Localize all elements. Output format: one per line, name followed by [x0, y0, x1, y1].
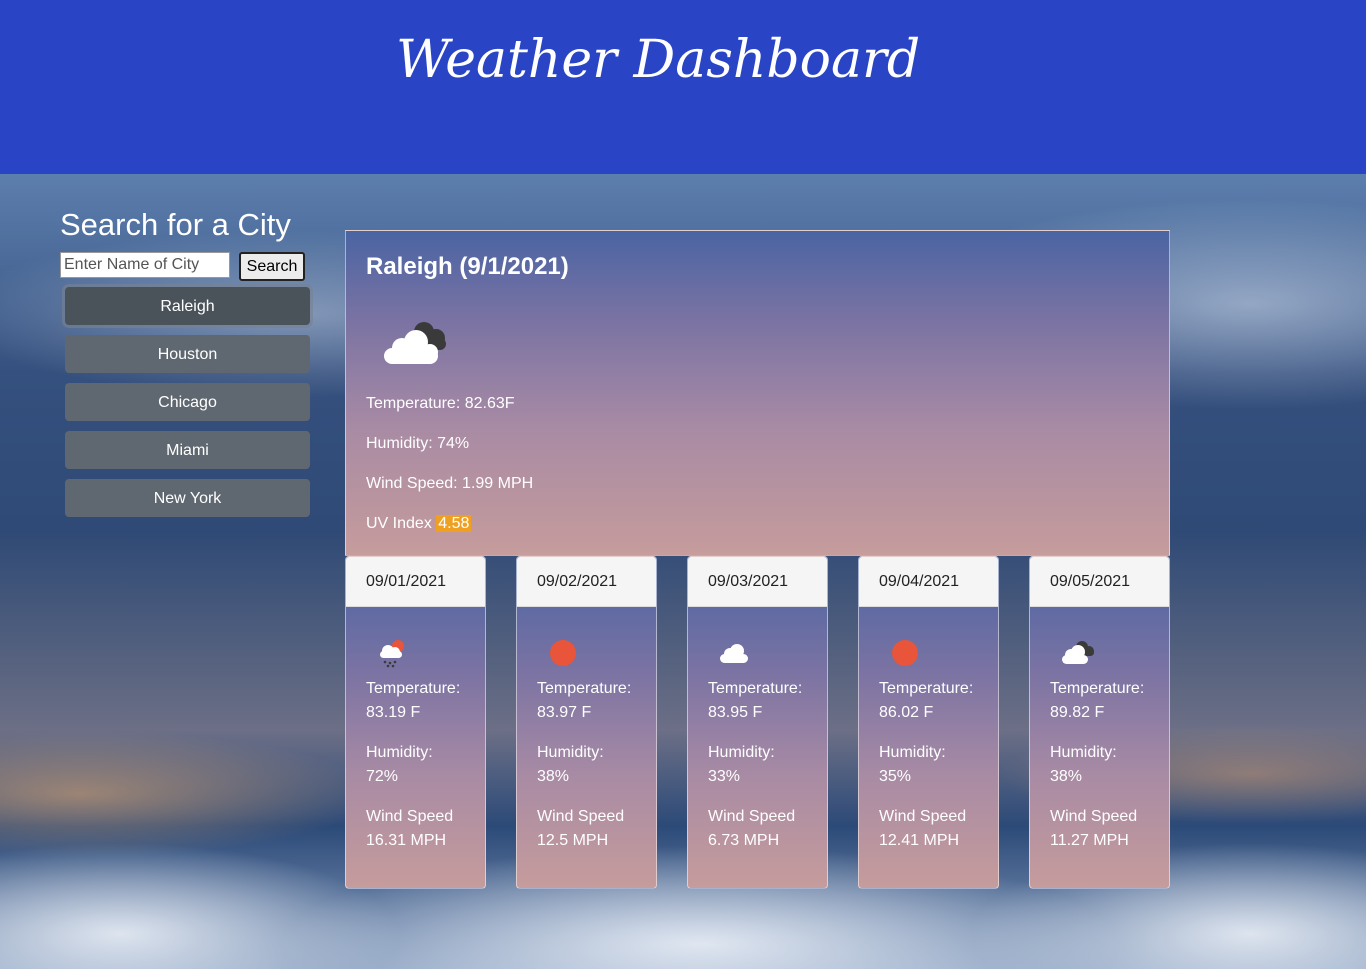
- broken-clouds-icon: [1060, 637, 1096, 674]
- current-weather-panel: Raleigh (9/1/2021) Temperature: 82.63F H…: [345, 230, 1170, 556]
- sun-icon: [889, 637, 921, 674]
- forecast-wind: 11.27 MPH: [1050, 832, 1129, 849]
- forecast-temp: 83.97 F: [537, 704, 592, 721]
- search-title: Search for a City: [60, 207, 291, 242]
- current-wind-speed: Wind Speed: 1.99 MPH: [366, 475, 534, 492]
- forecast-humidity-label: Humidity:: [1050, 744, 1117, 761]
- forecast-card: 09/02/2021 Temperature: 83.97 F Humidity…: [516, 556, 657, 889]
- forecast-wind-label: Wind Speed: [708, 808, 796, 825]
- forecast-temp: 83.95 F: [708, 704, 763, 721]
- forecast-wind: 6.73 MPH: [708, 832, 780, 849]
- forecast-temp-label: Temperature:: [708, 680, 803, 697]
- forecast-humidity: 35%: [879, 768, 912, 785]
- forecast-wind-label: Wind Speed: [879, 808, 967, 825]
- forecast-card: 09/03/2021 Temperature: 83.95 F Humidity…: [687, 556, 828, 889]
- search-button[interactable]: Search: [239, 252, 305, 281]
- forecast-humidity: 38%: [537, 768, 570, 785]
- forecast-humidity-label: Humidity:: [537, 744, 604, 761]
- forecast-temp-label: Temperature:: [879, 680, 974, 697]
- forecast-card: 09/01/2021 Temperature: 83.19 F Humidity…: [345, 556, 486, 889]
- current-humidity: Humidity: 74%: [366, 435, 470, 452]
- forecast-temp: 83.19 F: [366, 704, 421, 721]
- forecast-date: 09/04/2021: [859, 557, 998, 607]
- forecast-wind-label: Wind Speed: [366, 808, 454, 825]
- forecast-wind: 12.41 MPH: [879, 832, 960, 849]
- page-title: Weather Dashboard: [396, 30, 921, 90]
- city-button-houston[interactable]: Houston: [65, 335, 310, 373]
- forecast-humidity-label: Humidity:: [708, 744, 775, 761]
- city-button-raleigh[interactable]: Raleigh: [65, 287, 310, 325]
- forecast-temp-label: Temperature:: [1050, 680, 1145, 697]
- forecast-wind: 12.5 MPH: [537, 832, 609, 849]
- broken-clouds-icon: [380, 318, 454, 371]
- forecast-card: 09/04/2021 Temperature: 86.02 F Humidity…: [858, 556, 999, 889]
- forecast-wind: 16.31 MPH: [366, 832, 447, 849]
- forecast-date: 09/01/2021: [346, 557, 485, 607]
- current-uv-index: UV Index 4.58: [366, 515, 472, 533]
- forecast-temp: 86.02 F: [879, 704, 934, 721]
- forecast-wind-label: Wind Speed: [1050, 808, 1138, 825]
- forecast-temp-label: Temperature:: [537, 680, 632, 697]
- forecast-wind-label: Wind Speed: [537, 808, 625, 825]
- city-button-new-york[interactable]: New York: [65, 479, 310, 517]
- forecast-temp-label: Temperature:: [366, 680, 461, 697]
- cloud-icon: [718, 637, 750, 674]
- forecast-date: 09/03/2021: [688, 557, 827, 607]
- forecast-card: 09/05/2021 Temperature: 89.82 F Humidity…: [1029, 556, 1170, 889]
- forecast-humidity: 72%: [366, 768, 399, 785]
- forecast-humidity-label: Humidity:: [879, 744, 946, 761]
- header: Weather Dashboard: [0, 0, 1366, 174]
- uv-index-value: 4.58: [436, 515, 472, 532]
- current-temperature: Temperature: 82.63F: [366, 395, 515, 412]
- uv-index-label: UV Index: [366, 515, 432, 532]
- city-search-input[interactable]: [60, 252, 230, 278]
- forecast-humidity: 38%: [1050, 768, 1083, 785]
- forecast-date: 09/05/2021: [1030, 557, 1169, 607]
- city-history-list: Raleigh Houston Chicago Miami New York: [65, 287, 310, 527]
- current-city-heading: Raleigh (9/1/2021): [366, 253, 569, 280]
- sun-icon: [547, 637, 579, 674]
- city-button-chicago[interactable]: Chicago: [65, 383, 310, 421]
- forecast-humidity: 33%: [708, 768, 741, 785]
- forecast-humidity-label: Humidity:: [366, 744, 433, 761]
- city-button-miami[interactable]: Miami: [65, 431, 310, 469]
- forecast-date: 09/02/2021: [517, 557, 656, 607]
- forecast-temp: 89.82 F: [1050, 704, 1105, 721]
- rain-snow-icon: [376, 637, 408, 674]
